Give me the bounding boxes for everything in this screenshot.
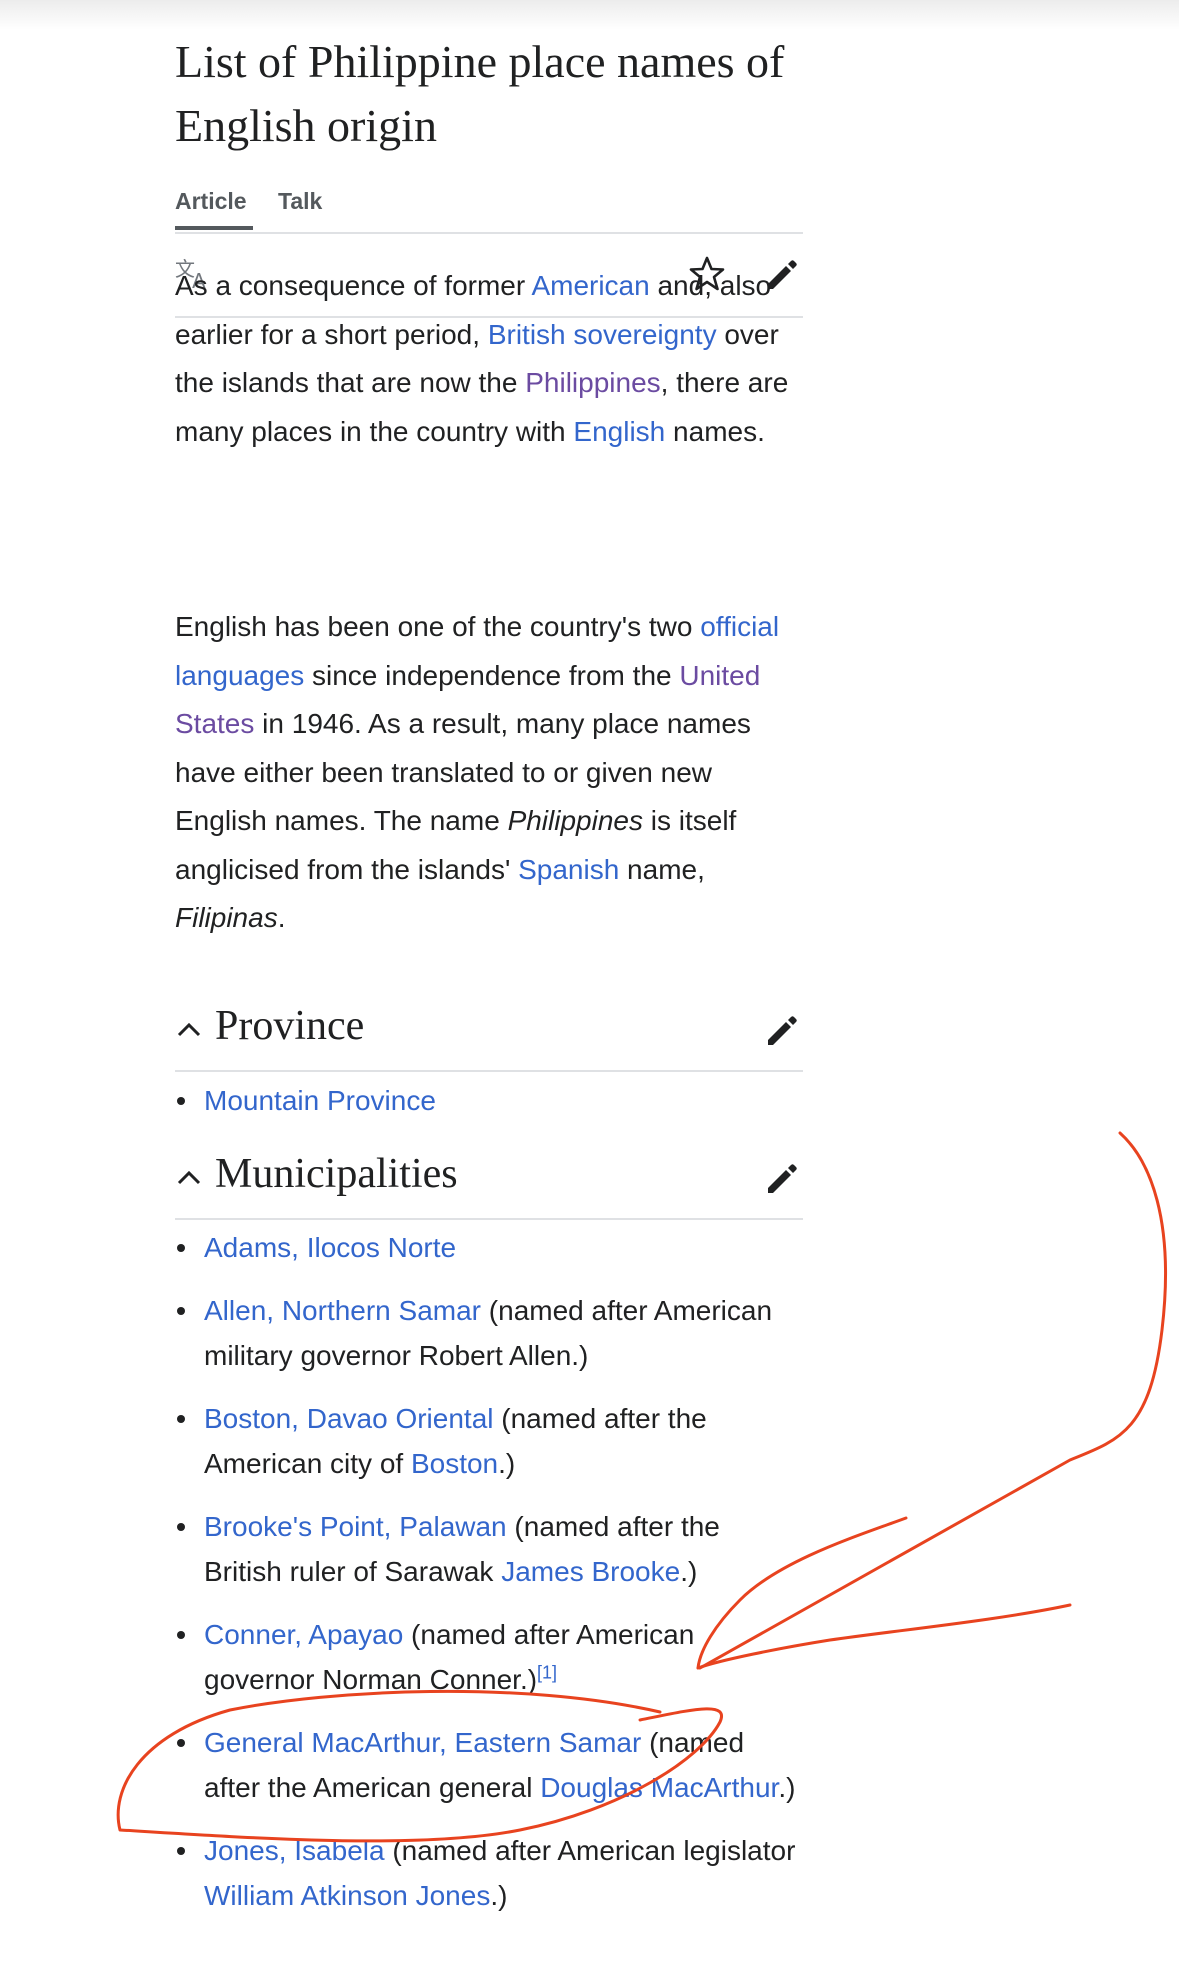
list-item: Adams, Ilocos Norte bbox=[175, 1225, 803, 1270]
bullet bbox=[177, 1097, 185, 1105]
tab-talk[interactable]: Talk bbox=[278, 180, 322, 230]
bullet bbox=[177, 1244, 185, 1252]
text-span: since independence from the bbox=[304, 659, 680, 691]
item-description-end: .) bbox=[498, 1448, 516, 1479]
intro-paragraph-1: As a consequence of former American and,… bbox=[175, 262, 803, 456]
text-span: As a consequence of former bbox=[175, 270, 532, 301]
text-span: name, bbox=[619, 853, 705, 885]
list-item: Mountain Province bbox=[175, 1078, 803, 1123]
link-brookes-point[interactable]: Brooke's Point, Palawan bbox=[204, 1511, 507, 1542]
text-span: English has been one of the country's tw… bbox=[175, 611, 701, 642]
page-tabs: Article Talk bbox=[175, 180, 803, 234]
edit-section-pencil-icon[interactable] bbox=[763, 1010, 803, 1050]
bullet bbox=[177, 1739, 185, 1747]
bullet bbox=[177, 1631, 185, 1639]
link-american[interactable]: American bbox=[531, 270, 649, 301]
reference-link[interactable]: [1] bbox=[537, 1663, 557, 1683]
link-allen[interactable]: Allen, Northern Samar bbox=[204, 1295, 481, 1326]
link-british-sovereignty[interactable]: British sovereignty bbox=[488, 319, 717, 350]
chevron-up-icon[interactable] bbox=[175, 1164, 203, 1192]
bullet bbox=[177, 1415, 185, 1423]
link-english[interactable]: English bbox=[573, 416, 665, 447]
link-william-atkinson-jones[interactable]: William Atkinson Jones bbox=[204, 1880, 490, 1911]
link-jones-isabela[interactable]: Jones, Isabela bbox=[204, 1835, 385, 1866]
link-philippines[interactable]: Philippines bbox=[525, 367, 660, 398]
text-span: names. bbox=[665, 415, 765, 447]
italic-philippines: Philippines bbox=[507, 805, 643, 836]
section-header-province[interactable]: Province bbox=[175, 990, 803, 1072]
page-title: List of Philippine place names of Englis… bbox=[175, 36, 785, 151]
section-header-municipalities[interactable]: Municipalities bbox=[175, 1138, 803, 1220]
link-spanish[interactable]: Spanish bbox=[518, 854, 619, 885]
link-james-brooke[interactable]: James Brooke bbox=[501, 1556, 680, 1587]
province-list: Mountain Province bbox=[175, 1078, 803, 1123]
item-description-end: .) bbox=[490, 1880, 508, 1911]
bullet bbox=[177, 1847, 185, 1855]
link-general-macarthur[interactable]: General MacArthur, Eastern Samar bbox=[204, 1727, 641, 1758]
edit-section-pencil-icon[interactable] bbox=[763, 1158, 803, 1198]
link-boston[interactable]: Boston bbox=[411, 1448, 498, 1479]
bullet bbox=[177, 1523, 185, 1531]
link-boston-davao[interactable]: Boston, Davao Oriental bbox=[204, 1403, 494, 1434]
item-description: (named after American legislator bbox=[384, 1835, 796, 1866]
text-span: . bbox=[277, 902, 286, 933]
tab-article[interactable]: Article bbox=[175, 180, 253, 230]
list-item: Brooke's Point, Palawan (named after the… bbox=[175, 1504, 803, 1594]
list-item: General MacArthur, Eastern Samar (named … bbox=[175, 1720, 803, 1810]
list-item: Boston, Davao Oriental (named after the … bbox=[175, 1396, 803, 1486]
section-title-municipalities: Municipalities bbox=[215, 1151, 458, 1197]
top-shadow bbox=[0, 0, 1179, 30]
list-item: Jones, Isabela (named after American leg… bbox=[175, 1828, 803, 1918]
item-description-end: .) bbox=[680, 1556, 698, 1587]
link-conner[interactable]: Conner, Apayao bbox=[204, 1619, 403, 1650]
italic-filipinas: Filipinas bbox=[175, 902, 278, 933]
municipalities-list: Adams, Ilocos Norte Allen, Northern Sama… bbox=[175, 1225, 803, 1918]
link-mountain-province[interactable]: Mountain Province bbox=[204, 1085, 436, 1116]
list-item: Allen, Northern Samar (named after Ameri… bbox=[175, 1288, 803, 1378]
list-item: Conner, Apayao (named after American gov… bbox=[175, 1612, 803, 1702]
item-description-end: .) bbox=[778, 1772, 796, 1803]
intro-paragraph-2: English has been one of the country's tw… bbox=[175, 603, 803, 943]
link-douglas-macarthur[interactable]: Douglas MacArthur bbox=[540, 1772, 778, 1803]
link-adams[interactable]: Adams, Ilocos Norte bbox=[204, 1232, 456, 1263]
chevron-up-icon[interactable] bbox=[175, 1016, 203, 1044]
section-title-province: Province bbox=[215, 1003, 365, 1049]
bullet bbox=[177, 1307, 185, 1315]
